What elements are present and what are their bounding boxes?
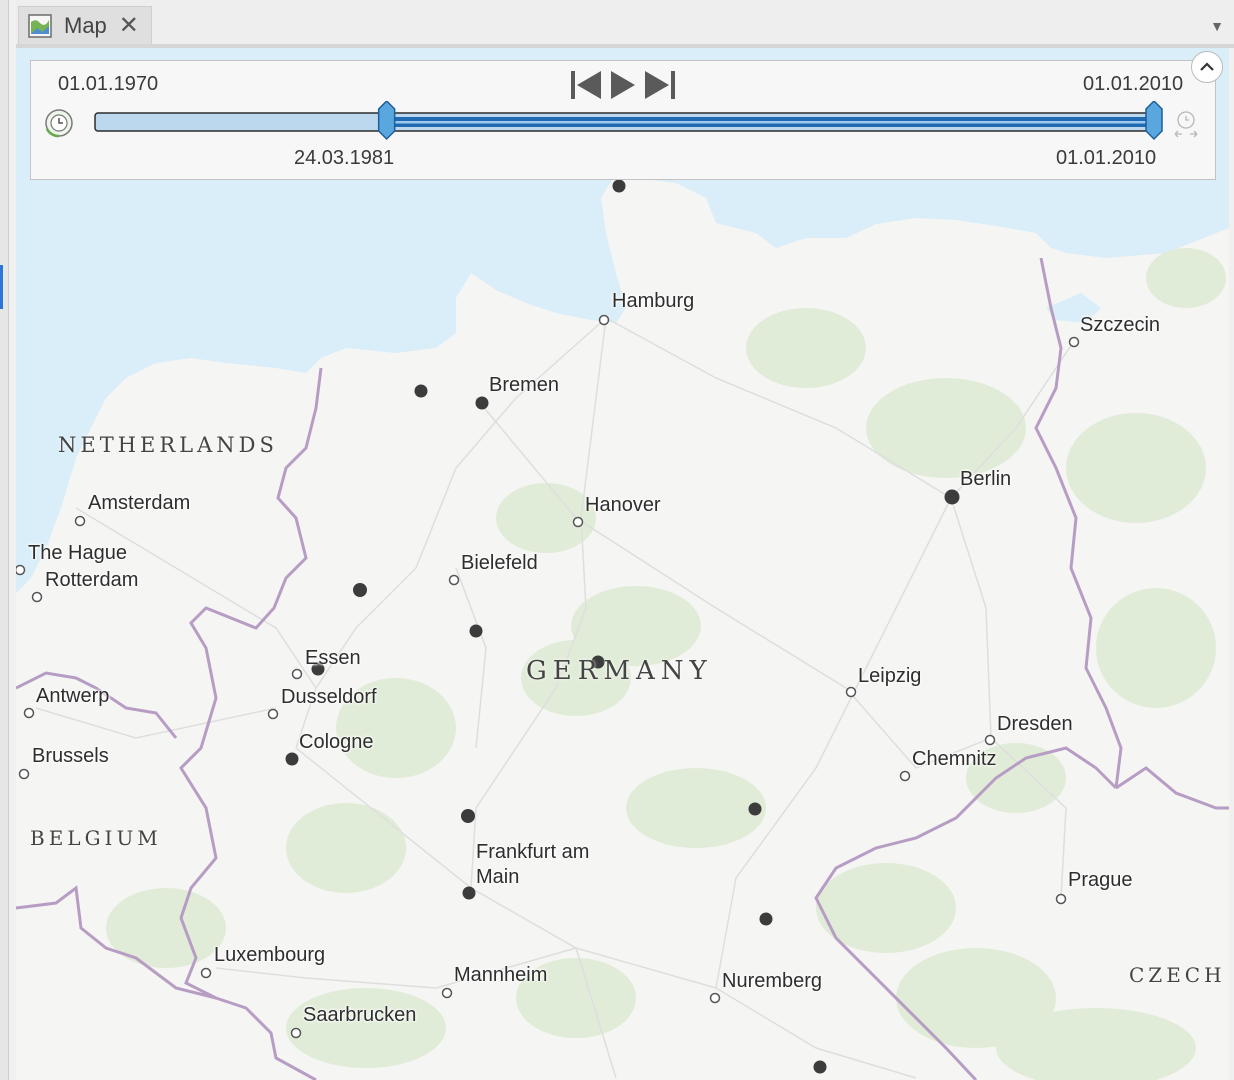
chevron-up-icon: [1200, 62, 1214, 71]
tab-menu-dropdown-icon[interactable]: ▼: [1210, 18, 1224, 34]
country-label-belgium: BELGIUM: [30, 826, 162, 850]
city-label-saarbrucken: Saarbrucken: [303, 1004, 417, 1026]
city-label-antwerp: Antwerp: [36, 685, 110, 707]
slider-selected-highlight: [382, 121, 1155, 124]
city-label-leipzig: Leipzig: [858, 665, 922, 687]
city-label-essen: Essen: [305, 647, 361, 669]
left-pane-indicator: [0, 265, 3, 309]
next-icon[interactable]: [645, 71, 675, 99]
city-label-bremen: Bremen: [489, 374, 560, 396]
city-label-cologne: Cologne: [299, 731, 374, 753]
city-label-frankfurt: Frankfurt am Main: [476, 841, 590, 888]
city-label-hamburg: Hamburg: [612, 290, 695, 312]
city-label-luxembourg: Luxembourg: [214, 944, 326, 966]
city-label-dusseldorf: Dusseldorf: [281, 686, 377, 708]
country-label-germany: GERMANY: [526, 656, 713, 686]
time-extent-start: 01.01.1970: [58, 73, 159, 95]
map-icon: [28, 14, 52, 38]
previous-icon[interactable]: [571, 71, 601, 99]
city-label-rotterdam: Rotterdam: [45, 569, 139, 591]
time-settings-icon[interactable]: [43, 107, 75, 139]
city-label-nuremberg: Nuremberg: [722, 970, 823, 992]
city-label-mannheim: Mannheim: [454, 964, 548, 986]
playback-controls: [571, 71, 675, 99]
city-label-dresden: Dresden: [997, 713, 1073, 735]
city-label-berlin: Berlin: [960, 468, 1012, 490]
end-time-thumb[interactable]: [1145, 101, 1163, 141]
city-label-the-hague: The Hague: [28, 542, 127, 564]
country-label-czech: CZECH: [1129, 963, 1226, 987]
collapse-slider-button[interactable]: [1191, 51, 1223, 83]
time-span-lock-icon[interactable]: [1171, 109, 1201, 139]
city-label-bielefeld: Bielefeld: [461, 552, 538, 574]
time-slider: 01.01.1970 01.01.2010 24.03.1981 01.01.2…: [30, 60, 1216, 180]
tab-bar: Map ✕ ▼: [16, 0, 1234, 46]
left-pane-edge: [0, 0, 9, 1080]
close-icon[interactable]: ✕: [119, 14, 139, 38]
tab-title: Map: [64, 13, 107, 38]
city-label-chemnitz: Chemnitz: [912, 748, 997, 770]
country-label-netherlands: NETHERLANDS: [58, 433, 278, 457]
city-label-hanover: Hanover: [585, 494, 661, 516]
city-label-prague: Prague: [1068, 869, 1133, 891]
city-label-szczecin: Szczecin: [1080, 314, 1161, 336]
tab-map[interactable]: Map ✕: [18, 6, 152, 45]
city-label-brussels: Brussels: [32, 745, 109, 767]
time-slider-track[interactable]: [89, 101, 1169, 151]
city-label-amsterdam: Amsterdam: [88, 492, 191, 514]
map-view[interactable]: NETHERLANDS BELGIUM GERMANY CZECH Hambur…: [16, 48, 1229, 1080]
start-time-thumb[interactable]: [377, 101, 396, 141]
play-icon[interactable]: [611, 71, 635, 99]
time-extent-end: 01.01.2010: [1083, 73, 1184, 95]
basemap: [16, 48, 1229, 1080]
